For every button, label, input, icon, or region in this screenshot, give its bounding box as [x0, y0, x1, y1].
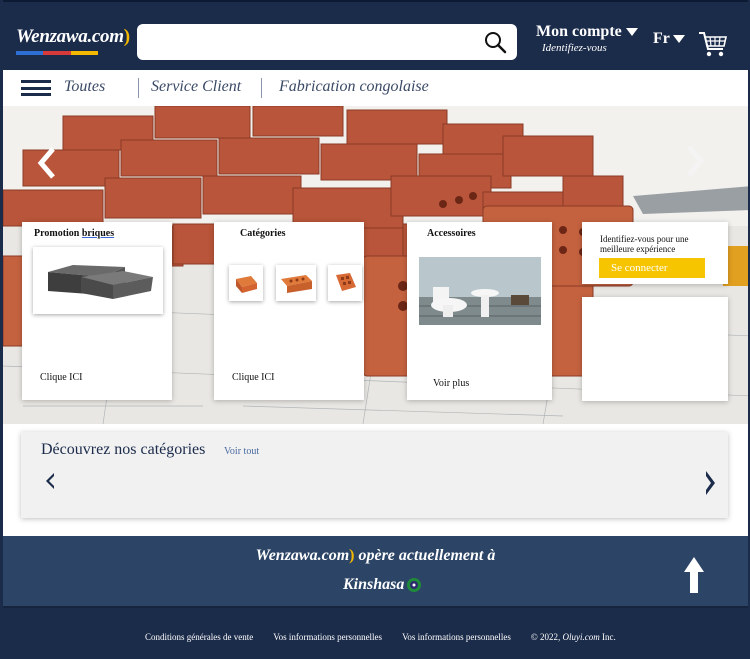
nav-bar: Toutes Service Client Fabrication congol…	[3, 70, 748, 106]
signin-button[interactable]: Se connecter	[599, 258, 705, 278]
language-selector[interactable]: Fr	[653, 30, 685, 48]
nav-item-fabrication-congolaise[interactable]: Fabrication congolaise	[279, 78, 429, 96]
logo[interactable]: Wenzawa.com)	[16, 26, 130, 48]
footer-operates-text: Wenzawa.com) opère actuellement à	[3, 547, 748, 565]
search-input[interactable]	[137, 24, 517, 60]
chevron-right-icon[interactable]	[704, 470, 716, 496]
footer-banner: Wenzawa.com) opère actuellement à Kinsha…	[3, 536, 748, 606]
account-title: Mon compte	[536, 23, 622, 40]
footer-links: Conditions générales de vente Vos inform…	[145, 632, 616, 642]
promo-bricks-card[interactable]: Promotion briques Clique ICI	[22, 222, 172, 400]
footer-copyright: © 2022, Oluyi.com Inc.	[530, 632, 616, 642]
top-header: Wenzawa.com) Mon compte Identifiez-vous …	[3, 0, 748, 70]
nav-item-service-client[interactable]: Service Client	[151, 78, 241, 96]
nav-divider	[138, 78, 139, 98]
card-title: Catégories	[240, 228, 286, 239]
card-title: Accessoires	[427, 228, 476, 239]
flag-icon	[407, 578, 422, 592]
signin-card: Identifiez-vous pour une meilleure expér…	[582, 222, 728, 284]
category-thumbnail[interactable]	[276, 265, 316, 301]
category-thumbnail[interactable]	[229, 265, 263, 301]
brick-image	[236, 276, 257, 293]
signin-message: Identifiez-vous pour une meilleure expér…	[600, 234, 689, 254]
nav-item-toutes[interactable]: Toutes	[64, 78, 105, 96]
bathroom-product-image[interactable]	[419, 257, 541, 325]
account-menu[interactable]: Mon compte Identifiez-vous	[536, 23, 638, 54]
card-link[interactable]: Clique ICI	[40, 372, 83, 383]
card-link[interactable]: Clique ICI	[232, 372, 275, 383]
card-link[interactable]: Voir plus	[433, 378, 469, 389]
account-subtitle: Identifiez-vous	[542, 42, 607, 54]
footer-company[interactable]: Oluyi.com	[562, 632, 599, 642]
footer-link-privacy[interactable]: Vos informations personnelles	[273, 632, 382, 642]
language-label: Fr	[653, 30, 670, 47]
brick-image	[336, 273, 356, 291]
carousel-prev-icon[interactable]	[37, 146, 57, 180]
chevron-down-icon	[625, 28, 638, 36]
empty-card	[582, 297, 728, 401]
product-thumbnail[interactable]	[33, 247, 163, 314]
logo-stripes	[16, 51, 98, 55]
menu-icon[interactable]	[21, 80, 51, 96]
card-title-link[interactable]: briques	[82, 228, 114, 239]
carousel-next-icon[interactable]	[685, 144, 705, 178]
bricks-product-image	[48, 265, 153, 299]
categories-title: Découvrez nos catégories	[41, 441, 206, 458]
footer-bottom: Conditions générales de vente Vos inform…	[3, 606, 748, 659]
footer-city: Kinshasa	[343, 576, 405, 593]
search-icon[interactable]	[483, 30, 507, 54]
accessories-card[interactable]: Accessoires Voir plus	[407, 222, 552, 400]
bathroom-image	[419, 257, 541, 325]
hero-banner: Promotion briques Clique ICI Catégories	[3, 106, 748, 424]
chevron-left-icon[interactable]	[45, 472, 55, 490]
back-to-top-icon[interactable]	[683, 556, 705, 594]
footer-operates: opère actuellement à	[354, 547, 496, 564]
categories-section: Découvrez nos catégories Voir tout	[21, 432, 728, 518]
footer-link-privacy-2[interactable]: Vos informations personnelles	[402, 632, 511, 642]
brick-image	[281, 275, 312, 293]
nav-divider	[261, 78, 262, 98]
footer-link-terms[interactable]: Conditions générales de vente	[145, 632, 253, 642]
cart-icon[interactable]	[697, 28, 729, 60]
logo-text: Wenzawa.com	[16, 26, 124, 47]
see-all-link[interactable]: Voir tout	[224, 446, 259, 457]
chevron-down-icon	[672, 35, 685, 43]
card-title: Promotion briques	[34, 228, 115, 239]
categories-card[interactable]: Catégories Clique ICI	[214, 222, 364, 400]
category-thumbnail[interactable]	[328, 265, 362, 301]
page: Wenzawa.com) Mon compte Identifiez-vous …	[0, 0, 750, 659]
footer-logo[interactable]: Wenzawa.com	[256, 547, 349, 564]
logo-arc: )	[123, 26, 130, 47]
